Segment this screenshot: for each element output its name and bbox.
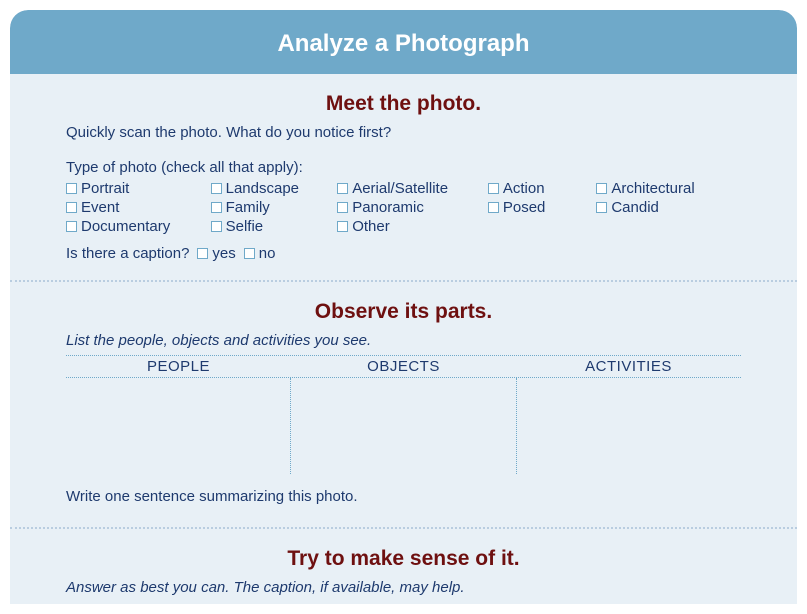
checkbox-label: Posed <box>503 199 546 216</box>
col-body-activities[interactable] <box>517 378 741 474</box>
col-head-activities: ACTIVITIES <box>516 356 741 377</box>
checkbox-icon <box>337 221 348 232</box>
checkbox-other[interactable]: Other <box>337 218 482 235</box>
checkbox-icon <box>337 183 348 194</box>
grid-spacer <box>596 218 741 235</box>
checkbox-icon <box>66 183 77 194</box>
caption-question-row: Is there a caption? yes no <box>66 245 741 262</box>
checkbox-label: Architectural <box>611 180 694 197</box>
checkbox-label: Aerial/Satellite <box>352 180 448 197</box>
checkbox-selfie[interactable]: Selfie <box>211 218 332 235</box>
checkbox-label: Family <box>226 199 270 216</box>
section-observe: Observe its parts. List the people, obje… <box>10 282 797 527</box>
checkbox-label: Documentary <box>81 218 170 235</box>
checkbox-icon <box>244 248 255 259</box>
checkbox-label: no <box>259 245 276 262</box>
col-head-people: PEOPLE <box>66 356 291 377</box>
sense-prompt-answer: Answer as best you can. The caption, if … <box>66 579 741 596</box>
checkbox-icon <box>211 221 222 232</box>
checkbox-label: Portrait <box>81 180 129 197</box>
caption-question-label: Is there a caption? <box>66 245 189 262</box>
checkbox-icon <box>66 202 77 213</box>
page-title-banner: Analyze a Photograph <box>10 10 797 74</box>
checkbox-label: Landscape <box>226 180 299 197</box>
section-sense: Try to make sense of it. Answer as best … <box>10 529 797 604</box>
grid-spacer <box>488 218 590 235</box>
checkbox-posed[interactable]: Posed <box>488 199 590 216</box>
col-body-objects[interactable] <box>291 378 516 474</box>
checkbox-icon <box>488 183 499 194</box>
section-meet-heading: Meet the photo. <box>66 92 741 116</box>
checkbox-label: Selfie <box>226 218 264 235</box>
checkbox-icon <box>488 202 499 213</box>
section-meet: Meet the photo. Quickly scan the photo. … <box>10 74 797 280</box>
checkbox-icon <box>337 202 348 213</box>
checkbox-label: Panoramic <box>352 199 424 216</box>
section-observe-heading: Observe its parts. <box>66 300 741 324</box>
checkbox-caption-no[interactable]: no <box>244 245 276 262</box>
checkbox-panoramic[interactable]: Panoramic <box>337 199 482 216</box>
checkbox-label: Other <box>352 218 390 235</box>
observe-columns-body <box>66 378 741 474</box>
checkbox-label: Candid <box>611 199 659 216</box>
checkbox-caption-yes[interactable]: yes <box>197 245 235 262</box>
checkbox-icon <box>211 183 222 194</box>
checkbox-aerial[interactable]: Aerial/Satellite <box>337 180 482 197</box>
type-of-photo-label: Type of photo (check all that apply): <box>66 159 741 176</box>
observe-prompt-summary: Write one sentence summarizing this phot… <box>66 488 741 505</box>
checkbox-action[interactable]: Action <box>488 180 590 197</box>
checkbox-architectural[interactable]: Architectural <box>596 180 741 197</box>
checkbox-icon <box>596 183 607 194</box>
checkbox-icon <box>596 202 607 213</box>
checkbox-event[interactable]: Event <box>66 199 205 216</box>
checkbox-icon <box>66 221 77 232</box>
checkbox-landscape[interactable]: Landscape <box>211 180 332 197</box>
col-body-people[interactable] <box>66 378 291 474</box>
col-head-objects: OBJECTS <box>291 356 516 377</box>
checkbox-documentary[interactable]: Documentary <box>66 218 205 235</box>
checkbox-label: Action <box>503 180 545 197</box>
checkbox-icon <box>197 248 208 259</box>
meet-prompt-notice: Quickly scan the photo. What do you noti… <box>66 124 741 141</box>
observe-columns-header: PEOPLE OBJECTS ACTIVITIES <box>66 355 741 378</box>
checkbox-candid[interactable]: Candid <box>596 199 741 216</box>
photo-type-grid: Portrait Landscape Aerial/Satellite Acti… <box>66 180 741 235</box>
observe-prompt-list: List the people, objects and activities … <box>66 332 741 349</box>
checkbox-label: yes <box>212 245 235 262</box>
checkbox-portrait[interactable]: Portrait <box>66 180 205 197</box>
worksheet-container: Analyze a Photograph Meet the photo. Qui… <box>10 10 797 604</box>
page-title: Analyze a Photograph <box>277 30 529 57</box>
checkbox-icon <box>211 202 222 213</box>
section-sense-heading: Try to make sense of it. <box>66 547 741 571</box>
checkbox-label: Event <box>81 199 119 216</box>
checkbox-family[interactable]: Family <box>211 199 332 216</box>
